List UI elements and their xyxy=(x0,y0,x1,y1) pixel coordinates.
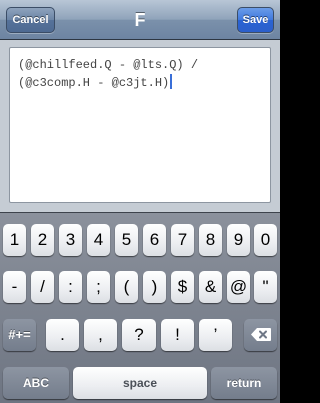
formula-line-2-text: (@c3comp.H - @c3jt.H) xyxy=(18,76,170,90)
key-ampersand[interactable]: & xyxy=(199,271,222,303)
key-exclamation[interactable]: ! xyxy=(161,319,194,351)
navigation-bar: Cancel F Save xyxy=(0,0,280,40)
formula-text-area[interactable]: (@chillfeed.Q - @lts.Q) / (@c3comp.H - @… xyxy=(9,47,271,203)
editor-container: (@chillfeed.Q - @lts.Q) / (@c3comp.H - @… xyxy=(0,40,280,212)
more-symbols-key[interactable]: #+= xyxy=(3,319,36,351)
save-button[interactable]: Save xyxy=(237,7,274,33)
key-question[interactable]: ? xyxy=(122,319,156,351)
key-quote[interactable]: " xyxy=(254,271,277,303)
key-period[interactable]: . xyxy=(46,319,79,351)
key-0[interactable]: 0 xyxy=(254,224,277,256)
space-key[interactable]: space xyxy=(73,367,207,399)
key-semicolon[interactable]: ; xyxy=(87,271,110,303)
formula-line-1: (@chillfeed.Q - @lts.Q) / xyxy=(18,58,199,72)
backspace-icon xyxy=(250,328,271,341)
screen: Cancel F Save (@chillfeed.Q - @lts.Q) / … xyxy=(0,0,280,403)
key-1[interactable]: 1 xyxy=(3,224,26,256)
key-8[interactable]: 8 xyxy=(199,224,222,256)
key-apostrophe[interactable]: ’ xyxy=(199,319,232,351)
backspace-key[interactable] xyxy=(244,319,277,351)
key-7[interactable]: 7 xyxy=(171,224,194,256)
key-dollar[interactable]: $ xyxy=(171,271,194,303)
return-key[interactable]: return xyxy=(211,367,277,399)
key-at[interactable]: @ xyxy=(227,271,250,303)
page-title: F xyxy=(134,10,146,30)
key-3[interactable]: 3 xyxy=(59,224,82,256)
keyboard: 1 2 3 4 5 6 7 8 9 0 - / : ; ( ) $ & @ " … xyxy=(0,212,280,403)
key-minus[interactable]: - xyxy=(3,271,26,303)
key-5[interactable]: 5 xyxy=(115,224,138,256)
key-colon[interactable]: : xyxy=(59,271,82,303)
key-6[interactable]: 6 xyxy=(143,224,166,256)
key-left-paren[interactable]: ( xyxy=(115,271,138,303)
key-4[interactable]: 4 xyxy=(87,224,110,256)
key-9[interactable]: 9 xyxy=(227,224,250,256)
text-cursor xyxy=(170,74,173,89)
cancel-button[interactable]: Cancel xyxy=(6,7,55,33)
key-2[interactable]: 2 xyxy=(31,224,54,256)
key-comma[interactable]: , xyxy=(84,319,117,351)
formula-line-2: (@c3comp.H - @c3jt.H) xyxy=(18,74,262,92)
key-right-paren[interactable]: ) xyxy=(143,271,166,303)
key-slash[interactable]: / xyxy=(31,271,54,303)
abc-key[interactable]: ABC xyxy=(3,367,69,399)
